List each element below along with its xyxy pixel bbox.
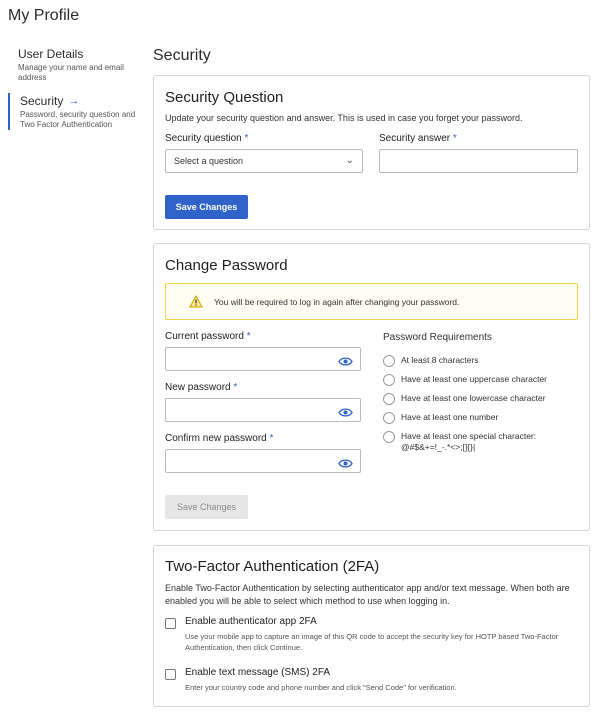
card-subtitle: Enable Two-Factor Authentication by sele… [165, 583, 570, 606]
warning-text: You will be required to log in again aft… [214, 297, 460, 307]
section-title: Security [153, 47, 211, 64]
confirm-password-label: Confirm new password * [165, 433, 274, 444]
sms-checkbox[interactable] [165, 669, 176, 680]
authenticator-app-checkbox[interactable] [165, 618, 176, 629]
option-description: Use your mobile app to capture an image … [185, 632, 559, 652]
requirement-item: At least 8 characters [383, 355, 478, 367]
option-description: Enter your country code and phone number… [185, 683, 457, 692]
page-title: My Profile [8, 7, 80, 24]
sms-option[interactable]: Enable text message (SMS) 2FA Enter your… [165, 667, 565, 693]
option-label: Enable text message (SMS) 2FA [185, 667, 331, 678]
two-factor-card: Two-Factor Authentication (2FA) Enable T… [153, 545, 590, 707]
password-requirements-title: Password Requirements [383, 332, 492, 343]
card-subtitle: Update your security question and answer… [165, 113, 523, 123]
security-answer-label: Security answer * [379, 133, 457, 144]
requirement-item: Have at least one lowercase character [383, 393, 546, 405]
sidebar-item-description: Password, security question and Two Fact… [20, 110, 136, 129]
special-characters: @#$&+=!_-.*<>;[]{}| [401, 442, 476, 452]
requirement-status-icon [383, 393, 395, 405]
security-question-label: Security question * [165, 133, 249, 144]
sidebar-item-label: User Details [18, 47, 84, 61]
card-title: Change Password [165, 257, 288, 274]
requirement-status-icon [383, 431, 395, 443]
sidebar-item-label: Security [20, 94, 64, 108]
change-password-card: Change Password You will be required to … [153, 243, 590, 531]
eye-icon[interactable] [338, 456, 353, 474]
sidebar-item-user-details[interactable]: User Details Manage your name and email … [8, 46, 138, 83]
requirement-status-icon [383, 374, 395, 386]
requirement-item: Have at least one number [383, 412, 498, 424]
authenticator-app-option[interactable]: Enable authenticator app 2FA Use your mo… [165, 616, 565, 653]
save-password-button[interactable]: Save Changes [165, 495, 248, 519]
option-label: Enable authenticator app 2FA [185, 616, 317, 627]
requirement-status-icon [383, 412, 395, 424]
save-security-question-button[interactable]: Save Changes [165, 195, 248, 219]
requirement-item: Have at least one special character: @#$&… [383, 431, 536, 453]
eye-icon[interactable] [338, 405, 353, 423]
warning-icon [189, 294, 203, 313]
select-value: Select a question [174, 156, 244, 166]
warning-banner: You will be required to log in again aft… [165, 283, 578, 320]
card-title: Two-Factor Authentication (2FA) [165, 558, 380, 575]
eye-icon[interactable] [338, 354, 353, 372]
security-answer-input[interactable] [379, 149, 578, 173]
new-password-input[interactable] [165, 398, 361, 422]
current-password-input[interactable] [165, 347, 361, 371]
current-password-label: Current password * [165, 331, 251, 342]
arrow-right-icon: → [68, 95, 80, 107]
new-password-label: New password * [165, 382, 238, 393]
card-title: Security Question [165, 89, 284, 106]
security-question-select[interactable]: Select a question ⌄ [165, 149, 363, 173]
requirement-item: Have at least one uppercase character [383, 374, 547, 386]
confirm-password-input[interactable] [165, 449, 361, 473]
profile-sidebar: User Details Manage your name and email … [8, 46, 138, 140]
requirement-status-icon [383, 355, 395, 367]
sidebar-item-security[interactable]: Security → Password, security question an… [8, 93, 138, 130]
chevron-down-icon: ⌄ [345, 155, 354, 166]
security-question-card: Security Question Update your security q… [153, 75, 590, 230]
sidebar-item-description: Manage your name and email address [18, 63, 124, 82]
